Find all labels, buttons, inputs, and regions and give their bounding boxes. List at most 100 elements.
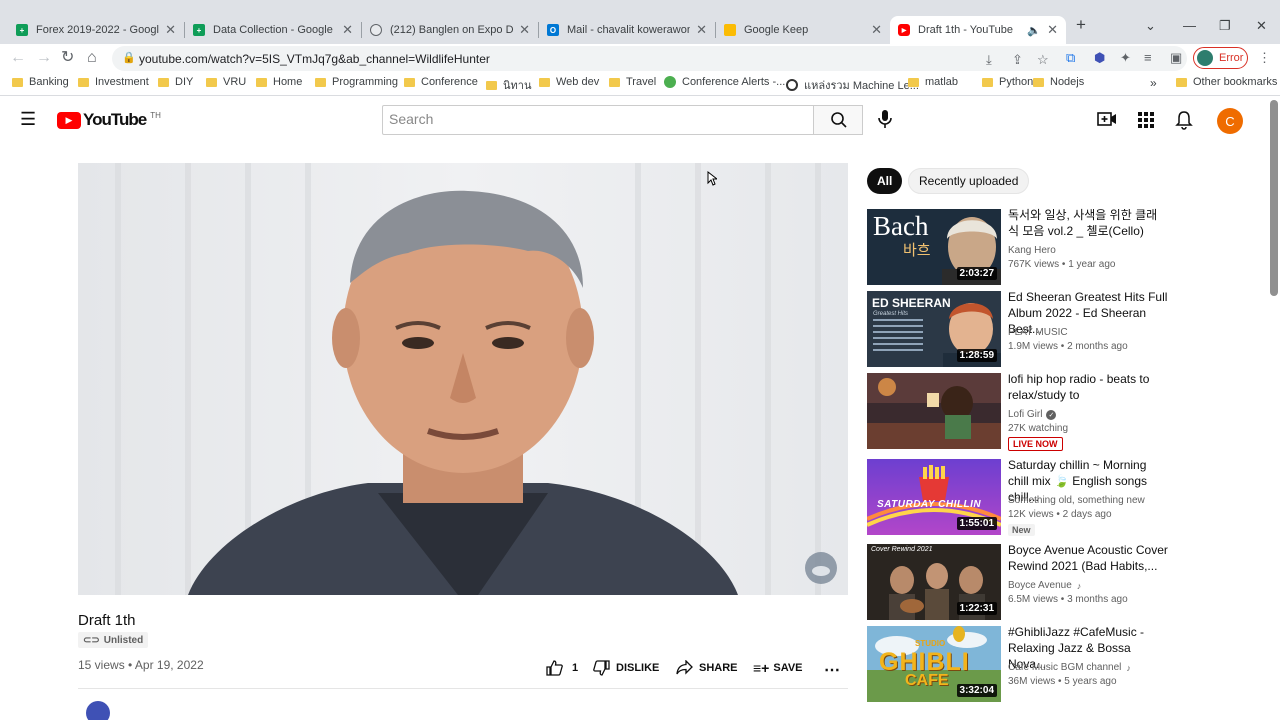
voice-search-button[interactable] [877,109,893,134]
thumbnail-text: SATURDAY CHILLIN [877,499,982,510]
channel-name[interactable]: Something old, something new [1008,495,1145,506]
profile-error-button[interactable]: Error [1193,47,1248,69]
bookmark-folder[interactable]: Web dev [539,76,599,88]
recommended-title[interactable]: lofi hip hop radio - beats to relax/stud… [1008,371,1168,403]
extensions-puzzle-icon[interactable]: ✦ [1120,50,1131,66]
close-tab-icon[interactable]: ✕ [342,22,353,38]
search-input[interactable]: Search [382,105,814,135]
download-icon[interactable]: ⤓ [986,52,992,68]
minimize-window-icon[interactable]: — [1183,18,1196,33]
bookmark-folder[interactable]: Banking [12,76,69,88]
bookmark-link[interactable]: แหล่งรวม Machine Le... [786,76,919,94]
bookmark-folder[interactable]: Python [982,76,1033,88]
recommended-video[interactable]: Bach 바흐 2:03:27 독서와 일상, 사색을 위한 클래식 모음 vo… [867,207,1168,285]
create-video-button[interactable] [1097,110,1117,133]
more-bookmarks-chevron[interactable]: » [1150,76,1157,90]
browser-tab-banglen[interactable]: (212) Banglen on Expo Devel ✕ [362,16,538,44]
other-bookmarks-folder[interactable]: Other bookmarks [1176,76,1277,88]
folder-icon [315,77,326,87]
browser-tab-google-keep[interactable]: Google Keep ✕ [716,16,890,44]
bookmark-folder[interactable]: Nodejs [1033,76,1084,88]
reading-list-icon[interactable]: ≡ [1144,50,1152,65]
browser-tab-strip: + Forex 2019-2022 - Google Sh ✕ + Data C… [0,0,1280,44]
side-panel-icon[interactable]: ▣ [1170,50,1182,66]
dislike-button[interactable]: DISLIKE [593,660,659,676]
more-actions-icon[interactable]: ⋯ [824,660,840,680]
video-thumbnail[interactable]: SATURDAY CHILLIN 1:55:01 [867,459,1001,535]
search-button[interactable] [813,105,863,135]
address-bar[interactable]: 🔒 youtube.com/watch?v=5IS_VTmJq7g&ab_cha… [112,46,1187,71]
recommended-title[interactable]: 독서와 일상, 사색을 위한 클래식 모음 vol.2 _ 첼로(Cello) [1008,207,1168,239]
restore-window-icon[interactable]: ❐ [1219,18,1231,34]
channel-name[interactable]: Kang Hero [1008,245,1056,256]
bookmark-folder[interactable]: Conference [404,76,478,88]
recommended-video[interactable]: STUDIO GHIBLI CAFE 3:32:04 #GhibliJazz #… [867,625,1167,702]
notifications-button[interactable] [1175,110,1193,135]
channel-name[interactable]: Boyce Avenue ♪ [1008,580,1081,591]
youtube-logo[interactable]: ▶ YouTube TH [57,110,161,130]
channel-name[interactable]: Lofi Girl ✓ [1008,409,1057,420]
video-player[interactable] [78,163,848,595]
duration-badge: 1:22:31 [956,602,997,615]
recommended-video[interactable]: lofi hip hop radio - beats to relax/stud… [867,371,1168,451]
bookmark-folder[interactable]: Travel [609,76,656,88]
channel-avatar[interactable] [86,701,110,720]
video-thumbnail[interactable] [867,373,1001,449]
divider [78,688,848,689]
bookmark-folder[interactable]: DIY [158,76,193,88]
channel-name[interactable]: PLAY MUSIC [1008,327,1068,338]
close-tab-icon[interactable]: ✕ [696,22,707,38]
save-button[interactable]: ≡+ SAVE [753,660,803,676]
share-page-icon[interactable]: ⇪ [1012,52,1023,68]
channel-name[interactable]: Cafe Music BGM channel ♪ [1008,662,1131,673]
back-arrow-icon[interactable]: ← [10,48,26,68]
browser-tab-youtube[interactable]: ▶ Draft 1th - YouTube 🔈 ✕ [890,16,1066,44]
browser-menu-icon[interactable]: ⋮ [1258,50,1271,66]
video-stats: 36M views • 5 years ago [1008,676,1117,687]
recommended-title[interactable]: Boyce Avenue Acoustic Cover Rewind 2021 … [1008,542,1168,574]
speaker-icon[interactable]: 🔈 [1027,24,1041,37]
close-tab-icon[interactable]: ✕ [1047,22,1058,38]
duration-badge: 1:28:59 [956,349,997,362]
video-thumbnail[interactable]: STUDIO GHIBLI CAFE 3:32:04 [867,626,1001,702]
reload-icon[interactable]: ↻ [61,48,74,68]
home-icon[interactable]: ⌂ [87,48,97,68]
close-tab-icon[interactable]: ✕ [519,22,530,38]
video-thumbnail[interactable]: ED SHEERAN Greatest Hits 1:28:59 [867,291,1001,367]
youtube-header: ☰ ▶ YouTube TH Search C [0,97,1280,143]
like-button[interactable]: 1 [546,660,578,676]
close-tab-icon[interactable]: ✕ [165,22,176,38]
chip-all[interactable]: All [867,168,903,194]
bookmark-folder[interactable]: matlab [908,76,958,88]
apps-grid-button[interactable] [1138,112,1154,133]
url-text[interactable]: youtube.com/watch?v=5IS_VTmJq7g&ab_chann… [139,52,490,66]
browser-tab-mail[interactable]: O Mail - chavalit kowerawong - ✕ [539,16,715,44]
bookmark-folder[interactable]: Home [256,76,302,88]
bookmark-folder[interactable]: VRU [206,76,246,88]
close-tab-icon[interactable]: ✕ [871,22,882,38]
bookmark-star-icon[interactable]: ☆ [1037,52,1049,68]
forward-arrow-icon[interactable]: → [36,48,52,68]
recommended-video[interactable]: Cover Rewind 2021 1:22:31 Boyce Avenue A… [867,542,1168,620]
browser-tab-forex[interactable]: + Forex 2019-2022 - Google Sh ✕ [8,16,184,44]
chip-recently-uploaded[interactable]: Recently uploaded [908,168,1030,194]
bookmark-folder[interactable]: Investment [78,76,149,88]
new-tab-icon[interactable]: + [1076,15,1086,35]
extension-badge-icon[interactable]: ⬢ [1094,50,1105,66]
tab-search-chevron-icon[interactable]: ⌄ [1145,18,1156,34]
video-thumbnail[interactable]: Bach 바흐 2:03:27 [867,209,1001,285]
recommended-video[interactable]: ED SHEERAN Greatest Hits 1:28:59 Ed Shee… [867,290,1167,367]
account-avatar[interactable]: C [1217,108,1243,134]
recommended-video[interactable]: SATURDAY CHILLIN 1:55:01 Saturday chilli… [867,458,1167,536]
bookmark-folder[interactable]: Programming [315,76,398,88]
video-thumbnail[interactable]: Cover Rewind 2021 1:22:31 [867,544,1001,620]
bookmark-link[interactable]: Conference Alerts -... [664,76,785,88]
close-window-icon[interactable]: ✕ [1256,18,1267,34]
page-scrollbar[interactable] [1270,100,1278,296]
translate-extension-icon[interactable]: ⧉ [1066,50,1075,66]
channel-name-text: Boyce Avenue [1008,580,1072,591]
share-button[interactable]: SHARE [676,660,738,675]
hamburger-menu-icon[interactable]: ☰ [20,110,36,128]
browser-tab-data-collection[interactable]: + Data Collection - Google She ✕ [185,16,361,44]
bookmark-folder[interactable]: นิทาน [486,76,531,94]
